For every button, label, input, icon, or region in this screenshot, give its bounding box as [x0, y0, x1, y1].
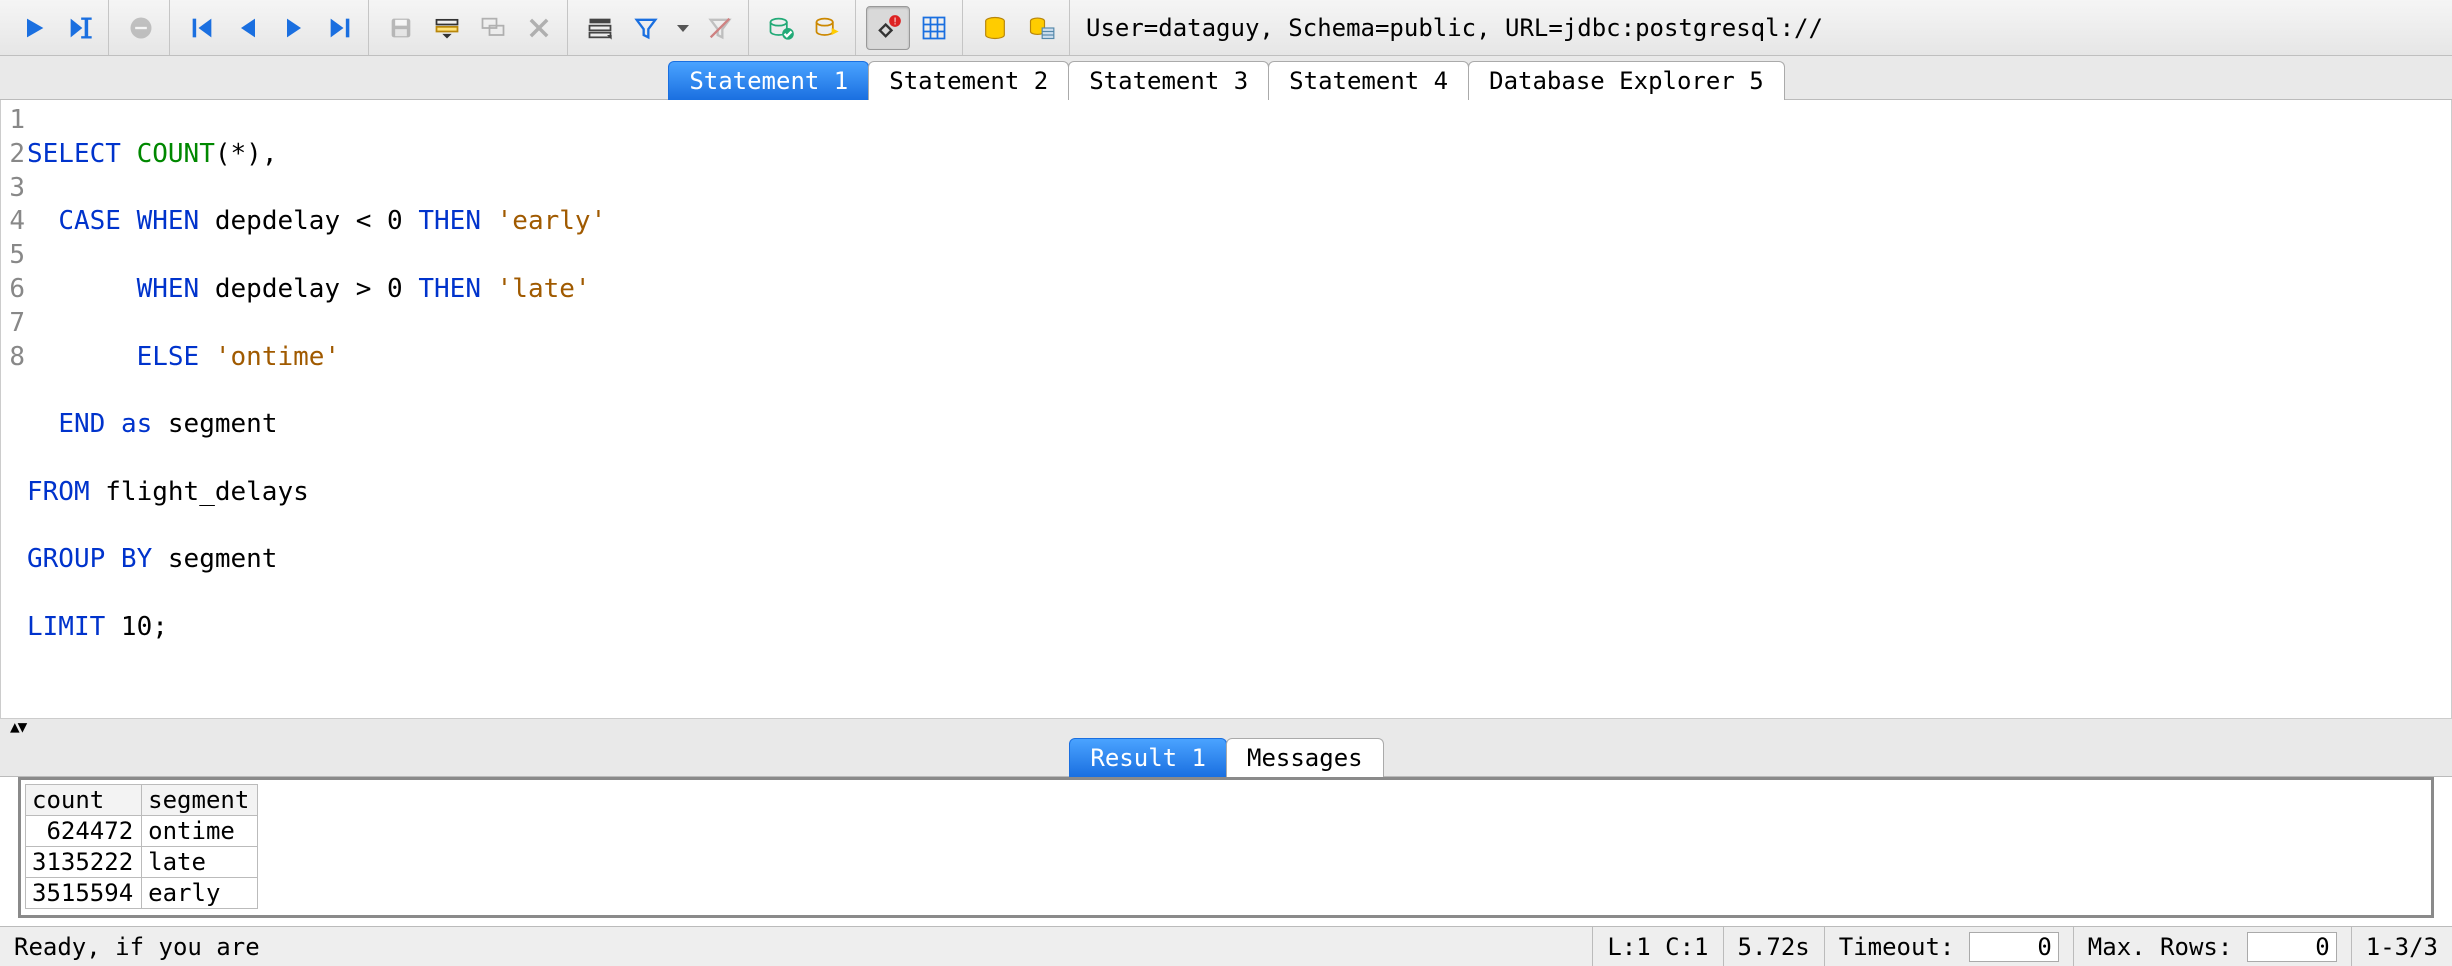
save-button [379, 6, 423, 50]
next-icon [280, 14, 308, 42]
tab-database-explorer[interactable]: Database Explorer 5 [1468, 61, 1785, 100]
show-grid-button[interactable] [912, 6, 956, 50]
select-columns-button[interactable] [578, 6, 622, 50]
tab-statement-3[interactable]: Statement 3 [1068, 61, 1269, 100]
run-icon [20, 14, 48, 42]
filter-menu-button[interactable] [670, 6, 696, 50]
table-header-row: count segment [26, 785, 258, 816]
maxrows-label: Max. Rows: [2088, 933, 2233, 961]
delete-row-button [517, 6, 561, 50]
editor-code[interactable]: SELECT COUNT(*), CASE WHEN depdelay < 0 … [27, 104, 606, 712]
toolbar-group-nav [174, 0, 369, 55]
toolbar-group-edit [373, 0, 568, 55]
run-cursor-icon [66, 14, 94, 42]
toolbar: ! User=dataguy, Schema=public, URL=jdbc:… [0, 0, 2452, 56]
toolbar-group-txn [753, 0, 856, 55]
cell-segment[interactable]: late [142, 847, 258, 878]
status-row-range: 1-3/3 [2351, 927, 2452, 966]
delete-row-icon [525, 14, 553, 42]
result-tab-strip: Result 1 Messages [0, 733, 2452, 777]
filter-icon [632, 14, 660, 42]
stop-icon [127, 14, 155, 42]
status-message: Ready, if you are [0, 927, 1592, 966]
first-button[interactable] [180, 6, 224, 50]
status-elapsed: 5.72s [1723, 927, 1824, 966]
chevron-down-icon [671, 14, 695, 42]
editor-pane: 1 2 3 4 5 6 7 8 SELECT COUNT(*), CASE WH… [0, 100, 2452, 719]
result-panel: count segment 624472 ontime 3135222 late… [18, 777, 2434, 918]
cell-count[interactable]: 3515594 [26, 878, 142, 909]
prev-button[interactable] [226, 6, 270, 50]
connection-info: User=dataguy, Schema=public, URL=jdbc:po… [1086, 14, 1823, 42]
rollback-icon [813, 14, 841, 42]
toolbar-group-connect: ! [860, 0, 963, 55]
result-table[interactable]: count segment 624472 ontime 3135222 late… [25, 784, 258, 909]
table-row[interactable]: 3135222 late [26, 847, 258, 878]
tab-result-1[interactable]: Result 1 [1069, 738, 1227, 777]
copy-row-icon [479, 14, 507, 42]
status-cursor: L:1 C:1 [1592, 927, 1722, 966]
timeout-input[interactable] [1969, 932, 2059, 962]
tab-statement-2[interactable]: Statement 2 [868, 61, 1069, 100]
db-view-icon [1027, 14, 1055, 42]
filter-button[interactable] [624, 6, 668, 50]
commit-icon [767, 14, 795, 42]
svg-text:!: ! [892, 16, 898, 27]
toolbar-group-stop [113, 0, 170, 55]
sql-editor[interactable]: 1 2 3 4 5 6 7 8 SELECT COUNT(*), CASE WH… [1, 100, 2451, 718]
cell-count[interactable]: 3135222 [26, 847, 142, 878]
status-bar: Ready, if you are L:1 C:1 5.72s Timeout:… [0, 926, 2452, 966]
clear-filter-button [698, 6, 742, 50]
commit-button[interactable] [759, 6, 803, 50]
toolbar-group-run [6, 0, 109, 55]
copy-row-button [471, 6, 515, 50]
status-maxrows: Max. Rows: [2073, 927, 2351, 966]
maxrows-input[interactable] [2247, 932, 2337, 962]
rollback-button[interactable] [805, 6, 849, 50]
select-columns-icon [586, 14, 614, 42]
table-row[interactable]: 624472 ontime [26, 816, 258, 847]
cell-segment[interactable]: early [142, 878, 258, 909]
disconnect-icon: ! [874, 14, 902, 42]
run-current-button[interactable] [58, 6, 102, 50]
cell-count[interactable]: 624472 [26, 816, 142, 847]
col-header-count[interactable]: count [26, 785, 142, 816]
statement-tab-strip: Statement 1 Statement 2 Statement 3 Stat… [0, 56, 2452, 100]
save-icon [387, 14, 415, 42]
timeout-label: Timeout: [1839, 933, 1955, 961]
tab-statement-4[interactable]: Statement 4 [1268, 61, 1469, 100]
tab-statement-1[interactable]: Statement 1 [668, 61, 869, 100]
splitter-handle[interactable]: ▲▼ [0, 719, 2452, 733]
last-button[interactable] [318, 6, 362, 50]
disconnect-button[interactable]: ! [866, 6, 910, 50]
insert-row-button[interactable] [425, 6, 469, 50]
db-icon [981, 14, 1009, 42]
grid-icon [920, 14, 948, 42]
stop-button [119, 6, 163, 50]
table-row[interactable]: 3515594 early [26, 878, 258, 909]
editor-gutter: 1 2 3 4 5 6 7 8 [1, 104, 27, 712]
prev-icon [234, 14, 262, 42]
toolbar-group-filter [572, 0, 749, 55]
cell-segment[interactable]: ontime [142, 816, 258, 847]
run-button[interactable] [12, 6, 56, 50]
toolbar-group-db [967, 0, 1070, 55]
insert-row-icon [433, 14, 461, 42]
col-header-segment[interactable]: segment [142, 785, 258, 816]
db-button[interactable] [973, 6, 1017, 50]
clear-filter-icon [706, 14, 734, 42]
first-icon [188, 14, 216, 42]
last-icon [326, 14, 354, 42]
tab-messages[interactable]: Messages [1226, 738, 1384, 777]
next-button[interactable] [272, 6, 316, 50]
status-timeout: Timeout: [1824, 927, 2073, 966]
db-view-button[interactable] [1019, 6, 1063, 50]
